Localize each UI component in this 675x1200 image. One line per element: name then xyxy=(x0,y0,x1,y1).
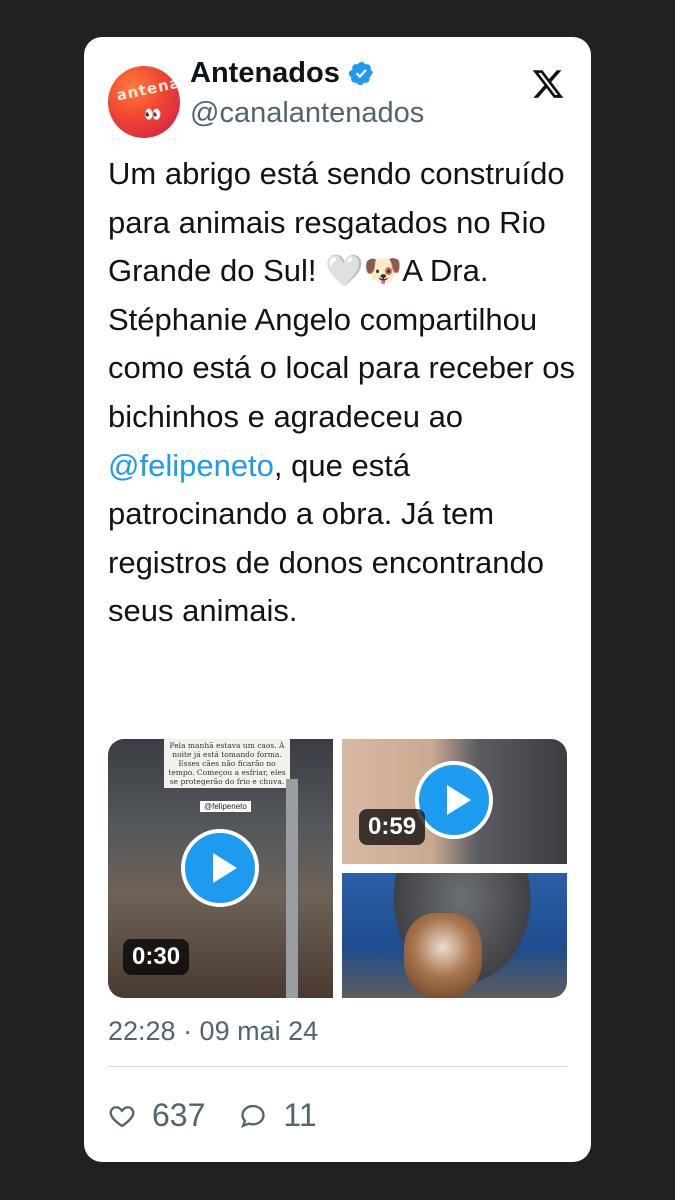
story-mention-tag: @felipeneto xyxy=(200,801,251,812)
story-caption: Pela manhã estava um caos. À noite já es… xyxy=(164,739,290,788)
tweet-actions: 637 11 xyxy=(108,1097,351,1134)
author-avatar[interactable]: antena 👀 xyxy=(108,66,180,138)
tweet-text-part-1: Um abrigo está sendo construído para ani… xyxy=(108,156,575,434)
play-icon[interactable] xyxy=(181,829,259,907)
avatar-eyes-icon: 👀 xyxy=(144,106,162,122)
like-count: 637 xyxy=(152,1097,206,1133)
video-duration-1: 0:30 xyxy=(123,939,190,975)
heart-icon xyxy=(109,1105,135,1127)
photo-thumbnail-dog[interactable] xyxy=(342,873,567,998)
author-handle[interactable]: @canalantenados xyxy=(190,97,424,130)
tweet-timestamp[interactable]: 22:28 · 09 mai 24 xyxy=(108,1016,318,1047)
tweet-card: antena 👀 Antenados @canalantenados Um ab… xyxy=(84,37,591,1162)
author-name-row: Antenados xyxy=(190,57,375,90)
like-button[interactable]: 637 xyxy=(108,1097,205,1134)
reply-button[interactable]: 11 xyxy=(239,1097,317,1134)
mention-link[interactable]: @felipeneto xyxy=(108,448,274,483)
video-duration-2: 0:59 xyxy=(359,809,426,845)
verified-badge-icon xyxy=(348,61,373,86)
divider xyxy=(108,1066,567,1067)
video-thumbnail-1[interactable]: Pela manhã estava um caos. À noite já es… xyxy=(108,739,333,998)
reply-bubble-icon xyxy=(241,1104,266,1128)
structure-pole xyxy=(286,779,298,998)
media-grid: Pela manhã estava um caos. À noite já es… xyxy=(108,739,567,998)
reply-count: 11 xyxy=(283,1097,317,1133)
dog-figure xyxy=(404,913,482,998)
tweet-text: Um abrigo está sendo construído para ani… xyxy=(108,150,578,636)
play-icon[interactable] xyxy=(415,761,493,839)
video-thumbnail-2[interactable]: 0:59 xyxy=(342,739,567,864)
author-display-name[interactable]: Antenados xyxy=(190,57,340,90)
x-logo-icon[interactable] xyxy=(531,67,565,101)
avatar-logo-text: antena xyxy=(114,73,180,105)
